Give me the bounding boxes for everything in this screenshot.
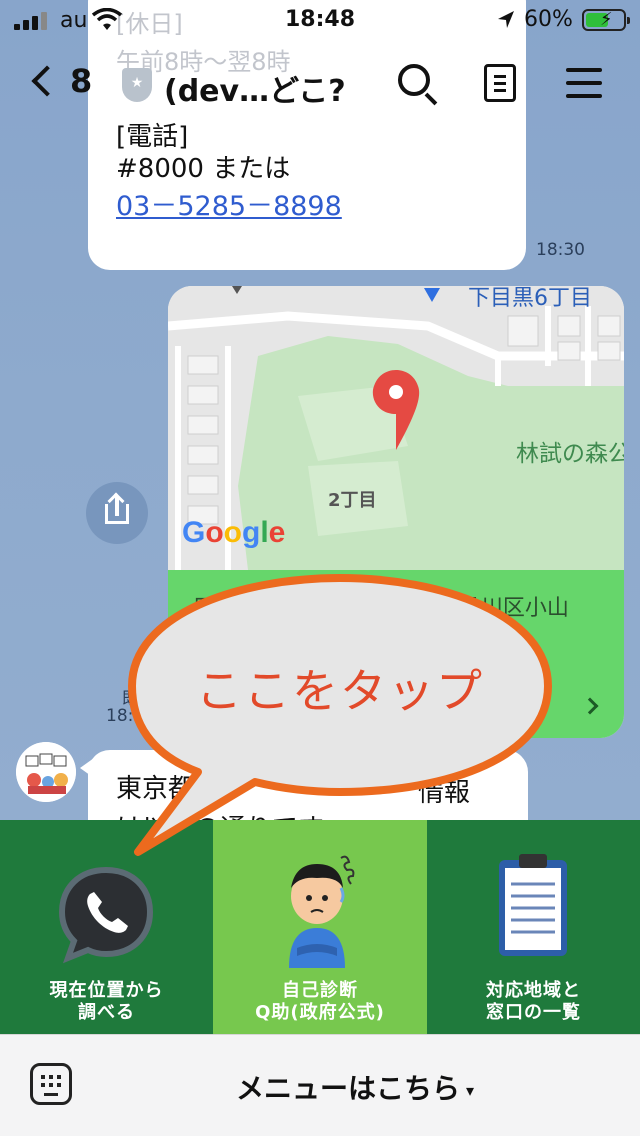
message2-text-part1: 東京都 (116, 774, 195, 804)
bottom-menu-bar: メニューはこちら ▾ (0, 1034, 640, 1136)
map-label-street: 下目黒6丁目 (468, 286, 592, 311)
avatar[interactable] (16, 742, 76, 802)
rich-menu-label-area-list: 対応地域と 窓口の一覧 (486, 980, 581, 1023)
avatar-illustration-icon (16, 742, 76, 802)
chat-title[interactable]: (dev…どこ? (164, 66, 346, 110)
rich-menu-item-self-check[interactable]: 自己診断 Q助(政府公式) (213, 820, 427, 1034)
clipboard-icon (499, 854, 567, 956)
rich-menu-label-self-check: 自己診断 Q助(政府公式) (255, 980, 385, 1023)
callout-text: ここをタップ (196, 664, 484, 718)
worried-person-icon (289, 855, 355, 968)
chevron-left-icon (31, 65, 63, 97)
share-button[interactable] (86, 482, 148, 544)
rich-menu: 現在位置から 調べる 自己診断 Q助(政府公式) 対応地域と 窓口の一覧 (0, 820, 640, 1034)
phone-link[interactable]: 03－5285－8898 (116, 184, 342, 223)
hamburger-menu-icon[interactable] (566, 68, 602, 100)
google-logo: Google (182, 516, 286, 549)
map-view[interactable]: 下目黒6丁目 林試の森公 2丁目 Google (168, 286, 624, 570)
chat-header: 8 ★ (dev…どこ? (0, 44, 640, 124)
menu-toggle-button[interactable]: メニューはこちら ▾ (0, 1067, 640, 1107)
rich-menu-item-current-location[interactable]: 現在位置から 調べる (0, 820, 213, 1034)
caret-down-icon: ▾ (465, 1080, 475, 1100)
rich-menu-item-area-list[interactable]: 対応地域と 窓口の一覧 (427, 820, 640, 1034)
unread-count: 8 (70, 62, 93, 100)
message-text-number: #8000 または (116, 154, 291, 184)
map-label-park: 林試の森公 (516, 441, 624, 467)
back-button[interactable]: 8 (24, 62, 92, 100)
search-icon[interactable] (398, 64, 438, 106)
message-timestamp: 18:30 (536, 240, 585, 260)
message2-text-part2: 情報 (418, 778, 471, 808)
status-bar: au 18:48 60% ⚡ (0, 0, 640, 40)
map-label-block: 2丁目 (328, 490, 377, 511)
notes-icon[interactable] (484, 64, 516, 102)
chevron-right-icon (581, 697, 599, 715)
shield-icon: ★ (122, 68, 152, 102)
phone-chat-icon (58, 866, 154, 964)
menu-toggle-label: メニューはこちら (235, 1072, 460, 1105)
rich-menu-label-location: 現在位置から 調べる (49, 980, 164, 1023)
map-address-text: 日本、〒142-0062 東京都品川区小山 (192, 596, 569, 621)
battery-icon: ⚡ (582, 9, 630, 31)
location-arrow-icon (498, 11, 514, 28)
battery-percentage: 60% (524, 7, 573, 32)
